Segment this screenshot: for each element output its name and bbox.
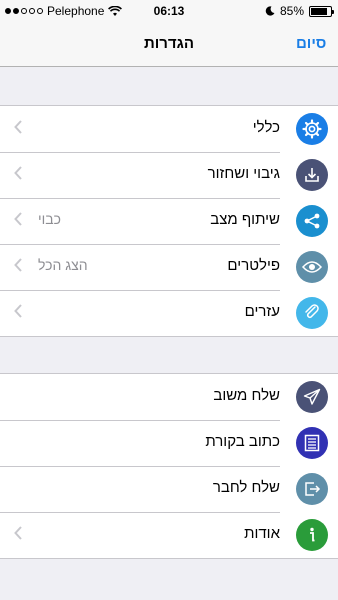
download-icon — [296, 159, 328, 191]
navigation-bar: הגדרות סיום — [0, 22, 338, 67]
settings-group-support: שלח משוב כתוב בקורת שלח לחבר אודות — [0, 373, 338, 559]
settings-row-value: כבוי — [38, 211, 61, 227]
export-icon — [296, 473, 328, 505]
settings-row-label: שלח משוב — [213, 387, 280, 404]
chevron-left-icon — [14, 304, 22, 323]
chevron-left-icon — [14, 120, 22, 139]
battery-percent: 85% — [279, 4, 304, 18]
done-button[interactable]: סיום — [296, 35, 326, 52]
status-right: 85% — [265, 4, 334, 18]
settings-row-label: שיתוף מצב — [210, 211, 280, 228]
settings-row-write-review[interactable]: כתוב בקורת — [0, 420, 338, 466]
info-icon — [296, 519, 328, 551]
settings-row-label: גיבוי ושחזור — [207, 165, 280, 182]
settings-row-label: אודות — [244, 525, 280, 542]
settings-row-label: כתוב בקורת — [205, 433, 280, 450]
battery-icon — [309, 5, 334, 17]
share-icon — [296, 205, 328, 237]
chevron-left-icon — [14, 258, 22, 277]
settings-row-helpers[interactable]: עזרים — [0, 290, 338, 336]
settings-row-label: שלח לחבר — [212, 479, 280, 496]
settings-row-label: עזרים — [244, 303, 280, 320]
eye-icon — [296, 251, 328, 283]
settings-row-backup[interactable]: גיבוי ושחזור — [0, 152, 338, 198]
settings-row-share-status[interactable]: שיתוף מצב כבוי — [0, 198, 338, 244]
moon-icon — [265, 6, 275, 16]
settings-row-send-to-friend[interactable]: שלח לחבר — [0, 466, 338, 512]
settings-row-label: כללי — [252, 119, 280, 136]
settings-row-about[interactable]: אודות — [0, 512, 338, 558]
paperclip-icon — [296, 297, 328, 329]
settings-row-filters[interactable]: פילטרים הצג הכל — [0, 244, 338, 290]
settings-group-main: כללי גיבוי ושחזור שיתוף מצב כבוי פילטרים הצג … — [0, 105, 338, 337]
settings-row-general[interactable]: כללי — [0, 106, 338, 152]
chevron-left-icon — [14, 212, 22, 231]
gear-icon — [296, 113, 328, 145]
settings-row-value: הצג הכל — [38, 257, 88, 273]
settings-row-send-feedback[interactable]: שלח משוב — [0, 374, 338, 420]
paper-plane-icon — [296, 381, 328, 413]
status-bar: Pelephone 06:13 85% — [0, 0, 338, 22]
battery-fill — [311, 7, 328, 15]
chevron-left-icon — [14, 166, 22, 185]
chevron-left-icon — [14, 526, 22, 545]
settings-row-label: פילטרים — [227, 257, 280, 274]
list-icon — [296, 427, 328, 459]
page-title: הגדרות — [144, 35, 194, 52]
